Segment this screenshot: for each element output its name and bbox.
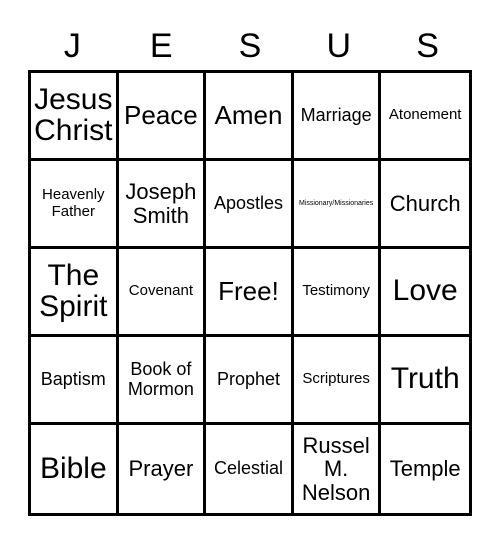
bingo-cell[interactable]: Covenant	[118, 249, 207, 337]
bingo-cell-label: The Spirit	[39, 258, 108, 323]
bingo-cell[interactable]: Truth	[381, 337, 469, 425]
bingo-cell-label: Missionary/Missionaries	[298, 199, 374, 207]
bingo-cell-label: Prophet	[216, 368, 281, 389]
bingo-cell[interactable]: Church	[381, 161, 469, 249]
bingo-cell[interactable]: Peace	[118, 73, 207, 161]
bingo-cell[interactable]: The Spirit	[31, 249, 119, 337]
bingo-cell-label: Jesus Christ	[34, 82, 113, 147]
bingo-cell[interactable]: Marriage	[293, 73, 382, 161]
bingo-cell-label: Baptism	[40, 368, 106, 389]
bingo-cell-label: Atonement	[388, 106, 462, 124]
bingo-cell-label: Scriptures	[302, 370, 370, 388]
bingo-card: J E S U S Jesus Christ Peace Amen Marria…	[0, 0, 501, 544]
bingo-cell[interactable]: Russel M. Nelson	[293, 425, 382, 513]
bingo-header-letter-3: S	[238, 27, 262, 65]
bingo-cell[interactable]: Jesus Christ	[31, 73, 119, 161]
bingo-cell[interactable]: Prayer	[118, 425, 207, 513]
bingo-cell[interactable]: Joseph Smith	[118, 161, 207, 249]
bingo-cell[interactable]: Apostles	[206, 161, 294, 249]
bingo-cell-label: Covenant	[128, 282, 193, 300]
bingo-cell[interactable]: Book of Mormon	[118, 337, 207, 425]
bingo-cell[interactable]: Baptism	[31, 337, 119, 425]
bingo-cell[interactable]: Love	[381, 249, 469, 337]
bingo-cell-label: Free!	[218, 275, 279, 306]
bingo-cell-label: Book of Mormon	[127, 359, 194, 399]
bingo-cell[interactable]: Missionary/Missionaries	[293, 161, 382, 249]
bingo-header-letter-2: E	[149, 27, 173, 65]
bingo-cell-label: Bible	[39, 451, 107, 485]
bingo-cell[interactable]: Bible	[31, 425, 119, 513]
bingo-cell[interactable]: Celestial	[206, 425, 294, 513]
bingo-header-row: J E S U S	[28, 24, 472, 68]
bingo-cell[interactable]: Temple	[381, 425, 469, 513]
bingo-cell-label: Joseph Smith	[125, 179, 197, 228]
bingo-grid: Jesus Christ Peace Amen Marriage Atoneme…	[28, 70, 472, 516]
bingo-cell-label: Peace	[124, 99, 198, 130]
bingo-cell-label: Celestial	[213, 458, 283, 479]
bingo-cell-label: Love	[392, 274, 458, 308]
bingo-header-letter-1: J	[63, 27, 81, 65]
bingo-header-letter-5: S	[416, 27, 439, 65]
bingo-cell[interactable]: Atonement	[381, 73, 469, 161]
bingo-cell[interactable]: Testimony	[293, 249, 382, 337]
bingo-cell-label: Testimony	[302, 282, 370, 300]
bingo-cell-label: Heavenly Father	[42, 186, 105, 220]
bingo-cell-label: Church	[389, 190, 461, 216]
bingo-cell[interactable]: Amen	[206, 73, 294, 161]
bingo-cell-label: Temple	[389, 456, 461, 482]
bingo-cell[interactable]: Heavenly Father	[31, 161, 119, 249]
bingo-cell-label: Prayer	[128, 456, 194, 482]
bingo-cell[interactable]: Scriptures	[293, 337, 382, 425]
bingo-cell[interactable]: Prophet	[206, 337, 294, 425]
bingo-cell-label: Amen	[214, 99, 283, 130]
bingo-cell-label: Truth	[390, 362, 460, 396]
bingo-cell-label: Marriage	[300, 104, 372, 125]
bingo-header-letter-4: U	[326, 27, 352, 65]
bingo-cell-label: Apostles	[213, 192, 284, 213]
bingo-cell-label: Russel M. Nelson	[301, 433, 371, 505]
bingo-cell-free[interactable]: Free!	[206, 249, 294, 337]
